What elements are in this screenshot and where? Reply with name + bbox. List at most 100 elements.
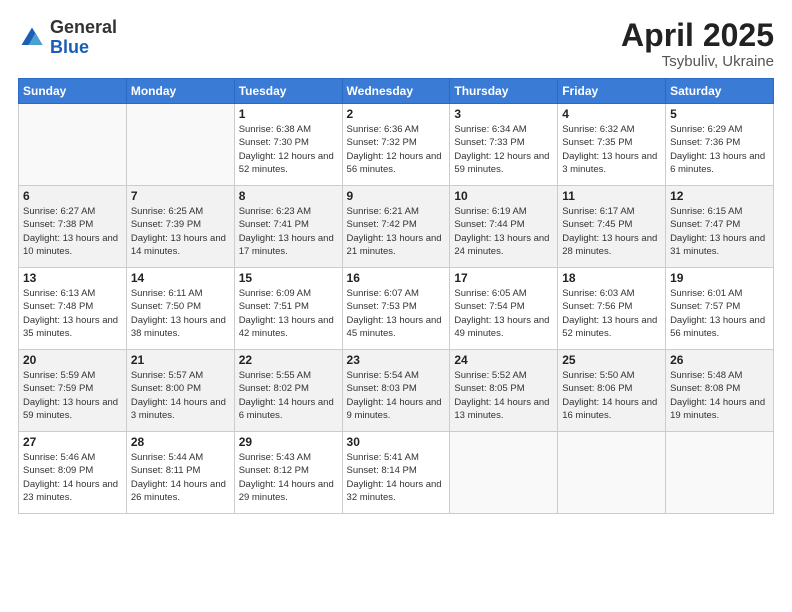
title-block: April 2025 Tsybuliv, Ukraine bbox=[621, 18, 774, 70]
day-info: Sunrise: 6:17 AM Sunset: 7:45 PM Dayligh… bbox=[562, 205, 661, 258]
calendar-cell: 14 Sunrise: 6:11 AM Sunset: 7:50 PM Dayli… bbox=[126, 268, 234, 350]
day-info: Sunrise: 6:36 AM Sunset: 7:32 PM Dayligh… bbox=[347, 123, 446, 176]
day-info: Sunrise: 6:38 AM Sunset: 7:30 PM Dayligh… bbox=[239, 123, 338, 176]
day-number: 16 bbox=[347, 271, 446, 285]
day-info: Sunrise: 6:15 AM Sunset: 7:47 PM Dayligh… bbox=[670, 205, 769, 258]
calendar-cell: 1 Sunrise: 6:38 AM Sunset: 7:30 PM Daylig… bbox=[234, 104, 342, 186]
logo-icon bbox=[18, 24, 46, 52]
calendar-cell: 22Sunrise: 5:55 AM Sunset: 8:02 PM Dayli… bbox=[234, 350, 342, 432]
day-number: 1 bbox=[239, 107, 338, 121]
day-number: 17 bbox=[454, 271, 553, 285]
calendar-cell: 28 Sunrise: 5:44 AM Sunset: 8:11 PM Dayli… bbox=[126, 432, 234, 514]
day-number: 13 bbox=[23, 271, 122, 285]
day-number: 19 bbox=[670, 271, 769, 285]
calendar-header-tuesday: Tuesday bbox=[234, 79, 342, 104]
day-info: Sunrise: 5:48 AM Sunset: 8:08 PM Dayligh… bbox=[670, 369, 769, 422]
day-info: Sunrise: 6:34 AM Sunset: 7:33 PM Dayligh… bbox=[454, 123, 553, 176]
day-info: Sunrise: 5:43 AM Sunset: 8:12 PM Dayligh… bbox=[239, 451, 338, 504]
day-number: 14 bbox=[131, 271, 230, 285]
calendar-cell bbox=[19, 104, 127, 186]
logo-blue: Blue bbox=[50, 38, 117, 58]
calendar-cell: 21 Sunrise: 5:57 AM Sunset: 8:00 PM Dayli… bbox=[126, 350, 234, 432]
calendar-cell: 20 Sunrise: 5:59 AM Sunset: 7:59 PM Dayli… bbox=[19, 350, 127, 432]
day-number: 26 bbox=[670, 353, 769, 367]
day-number: 27 bbox=[23, 435, 122, 449]
day-number: 29 bbox=[239, 435, 338, 449]
day-info: Sunrise: 5:57 AM Sunset: 8:00 PM Dayligh… bbox=[131, 369, 230, 422]
title-month: April 2025 bbox=[621, 18, 774, 53]
calendar-cell: 23 Sunrise: 5:54 AM Sunset: 8:03 PM Dayli… bbox=[342, 350, 450, 432]
calendar-cell: 27Sunrise: 5:46 AM Sunset: 8:09 PM Dayli… bbox=[19, 432, 127, 514]
calendar-week-row: 6 Sunrise: 6:27 AM Sunset: 7:38 PM Daylig… bbox=[19, 186, 774, 268]
day-info: Sunrise: 6:09 AM Sunset: 7:51 PM Dayligh… bbox=[239, 287, 338, 340]
calendar-cell: 3 Sunrise: 6:34 AM Sunset: 7:33 PM Daylig… bbox=[450, 104, 558, 186]
day-number: 25 bbox=[562, 353, 661, 367]
day-number: 12 bbox=[670, 189, 769, 203]
day-number: 9 bbox=[347, 189, 446, 203]
day-number: 3 bbox=[454, 107, 553, 121]
day-number: 18 bbox=[562, 271, 661, 285]
day-info: Sunrise: 6:03 AM Sunset: 7:56 PM Dayligh… bbox=[562, 287, 661, 340]
calendar-cell: 24Sunrise: 5:52 AM Sunset: 8:05 PM Dayli… bbox=[450, 350, 558, 432]
day-info: Sunrise: 5:59 AM Sunset: 7:59 PM Dayligh… bbox=[23, 369, 122, 422]
calendar-cell: 4 Sunrise: 6:32 AM Sunset: 7:35 PM Daylig… bbox=[558, 104, 666, 186]
day-info: Sunrise: 5:54 AM Sunset: 8:03 PM Dayligh… bbox=[347, 369, 446, 422]
day-info: Sunrise: 6:01 AM Sunset: 7:57 PM Dayligh… bbox=[670, 287, 769, 340]
day-number: 8 bbox=[239, 189, 338, 203]
calendar-cell: 16Sunrise: 6:07 AM Sunset: 7:53 PM Dayli… bbox=[342, 268, 450, 350]
day-number: 30 bbox=[347, 435, 446, 449]
calendar-week-row: 13 Sunrise: 6:13 AM Sunset: 7:48 PM Dayli… bbox=[19, 268, 774, 350]
title-location: Tsybuliv, Ukraine bbox=[621, 53, 774, 70]
day-info: Sunrise: 5:50 AM Sunset: 8:06 PM Dayligh… bbox=[562, 369, 661, 422]
calendar-cell bbox=[450, 432, 558, 514]
day-number: 21 bbox=[131, 353, 230, 367]
calendar-cell bbox=[666, 432, 774, 514]
day-info: Sunrise: 6:11 AM Sunset: 7:50 PM Dayligh… bbox=[131, 287, 230, 340]
day-number: 10 bbox=[454, 189, 553, 203]
calendar-header-friday: Friday bbox=[558, 79, 666, 104]
calendar-cell: 18 Sunrise: 6:03 AM Sunset: 7:56 PM Dayli… bbox=[558, 268, 666, 350]
calendar-header-thursday: Thursday bbox=[450, 79, 558, 104]
logo: General Blue bbox=[18, 18, 117, 58]
calendar-header-monday: Monday bbox=[126, 79, 234, 104]
calendar-header-wednesday: Wednesday bbox=[342, 79, 450, 104]
calendar-cell: 2 Sunrise: 6:36 AM Sunset: 7:32 PM Daylig… bbox=[342, 104, 450, 186]
calendar-cell: 30Sunrise: 5:41 AM Sunset: 8:14 PM Dayli… bbox=[342, 432, 450, 514]
calendar-header-row: SundayMondayTuesdayWednesdayThursdayFrid… bbox=[19, 79, 774, 104]
calendar-cell: 15 Sunrise: 6:09 AM Sunset: 7:51 PM Dayli… bbox=[234, 268, 342, 350]
day-info: Sunrise: 6:13 AM Sunset: 7:48 PM Dayligh… bbox=[23, 287, 122, 340]
calendar-table: SundayMondayTuesdayWednesdayThursdayFrid… bbox=[18, 78, 774, 514]
calendar-cell bbox=[126, 104, 234, 186]
day-info: Sunrise: 6:21 AM Sunset: 7:42 PM Dayligh… bbox=[347, 205, 446, 258]
day-info: Sunrise: 5:44 AM Sunset: 8:11 PM Dayligh… bbox=[131, 451, 230, 504]
day-info: Sunrise: 6:23 AM Sunset: 7:41 PM Dayligh… bbox=[239, 205, 338, 258]
day-info: Sunrise: 6:32 AM Sunset: 7:35 PM Dayligh… bbox=[562, 123, 661, 176]
calendar-week-row: 20 Sunrise: 5:59 AM Sunset: 7:59 PM Dayli… bbox=[19, 350, 774, 432]
day-number: 6 bbox=[23, 189, 122, 203]
calendar-cell: 9 Sunrise: 6:21 AM Sunset: 7:42 PM Daylig… bbox=[342, 186, 450, 268]
calendar-cell: 8 Sunrise: 6:23 AM Sunset: 7:41 PM Daylig… bbox=[234, 186, 342, 268]
day-number: 23 bbox=[347, 353, 446, 367]
day-number: 5 bbox=[670, 107, 769, 121]
logo-general: General bbox=[50, 18, 117, 38]
calendar-cell: 26 Sunrise: 5:48 AM Sunset: 8:08 PM Dayli… bbox=[666, 350, 774, 432]
day-number: 15 bbox=[239, 271, 338, 285]
day-number: 20 bbox=[23, 353, 122, 367]
calendar-cell bbox=[558, 432, 666, 514]
calendar-cell: 29 Sunrise: 5:43 AM Sunset: 8:12 PM Dayli… bbox=[234, 432, 342, 514]
calendar-cell: 6 Sunrise: 6:27 AM Sunset: 7:38 PM Daylig… bbox=[19, 186, 127, 268]
day-number: 2 bbox=[347, 107, 446, 121]
calendar-cell: 7Sunrise: 6:25 AM Sunset: 7:39 PM Daylig… bbox=[126, 186, 234, 268]
day-info: Sunrise: 6:27 AM Sunset: 7:38 PM Dayligh… bbox=[23, 205, 122, 258]
calendar-cell: 25 Sunrise: 5:50 AM Sunset: 8:06 PM Dayli… bbox=[558, 350, 666, 432]
calendar-cell: 19 Sunrise: 6:01 AM Sunset: 7:57 PM Dayli… bbox=[666, 268, 774, 350]
calendar-cell: 5Sunrise: 6:29 AM Sunset: 7:36 PM Daylig… bbox=[666, 104, 774, 186]
day-number: 7 bbox=[131, 189, 230, 203]
calendar-week-row: 27Sunrise: 5:46 AM Sunset: 8:09 PM Dayli… bbox=[19, 432, 774, 514]
calendar-cell: 13 Sunrise: 6:13 AM Sunset: 7:48 PM Dayli… bbox=[19, 268, 127, 350]
day-number: 4 bbox=[562, 107, 661, 121]
day-number: 28 bbox=[131, 435, 230, 449]
day-info: Sunrise: 5:55 AM Sunset: 8:02 PM Dayligh… bbox=[239, 369, 338, 422]
day-info: Sunrise: 6:19 AM Sunset: 7:44 PM Dayligh… bbox=[454, 205, 553, 258]
calendar-cell: 12 Sunrise: 6:15 AM Sunset: 7:47 PM Dayli… bbox=[666, 186, 774, 268]
